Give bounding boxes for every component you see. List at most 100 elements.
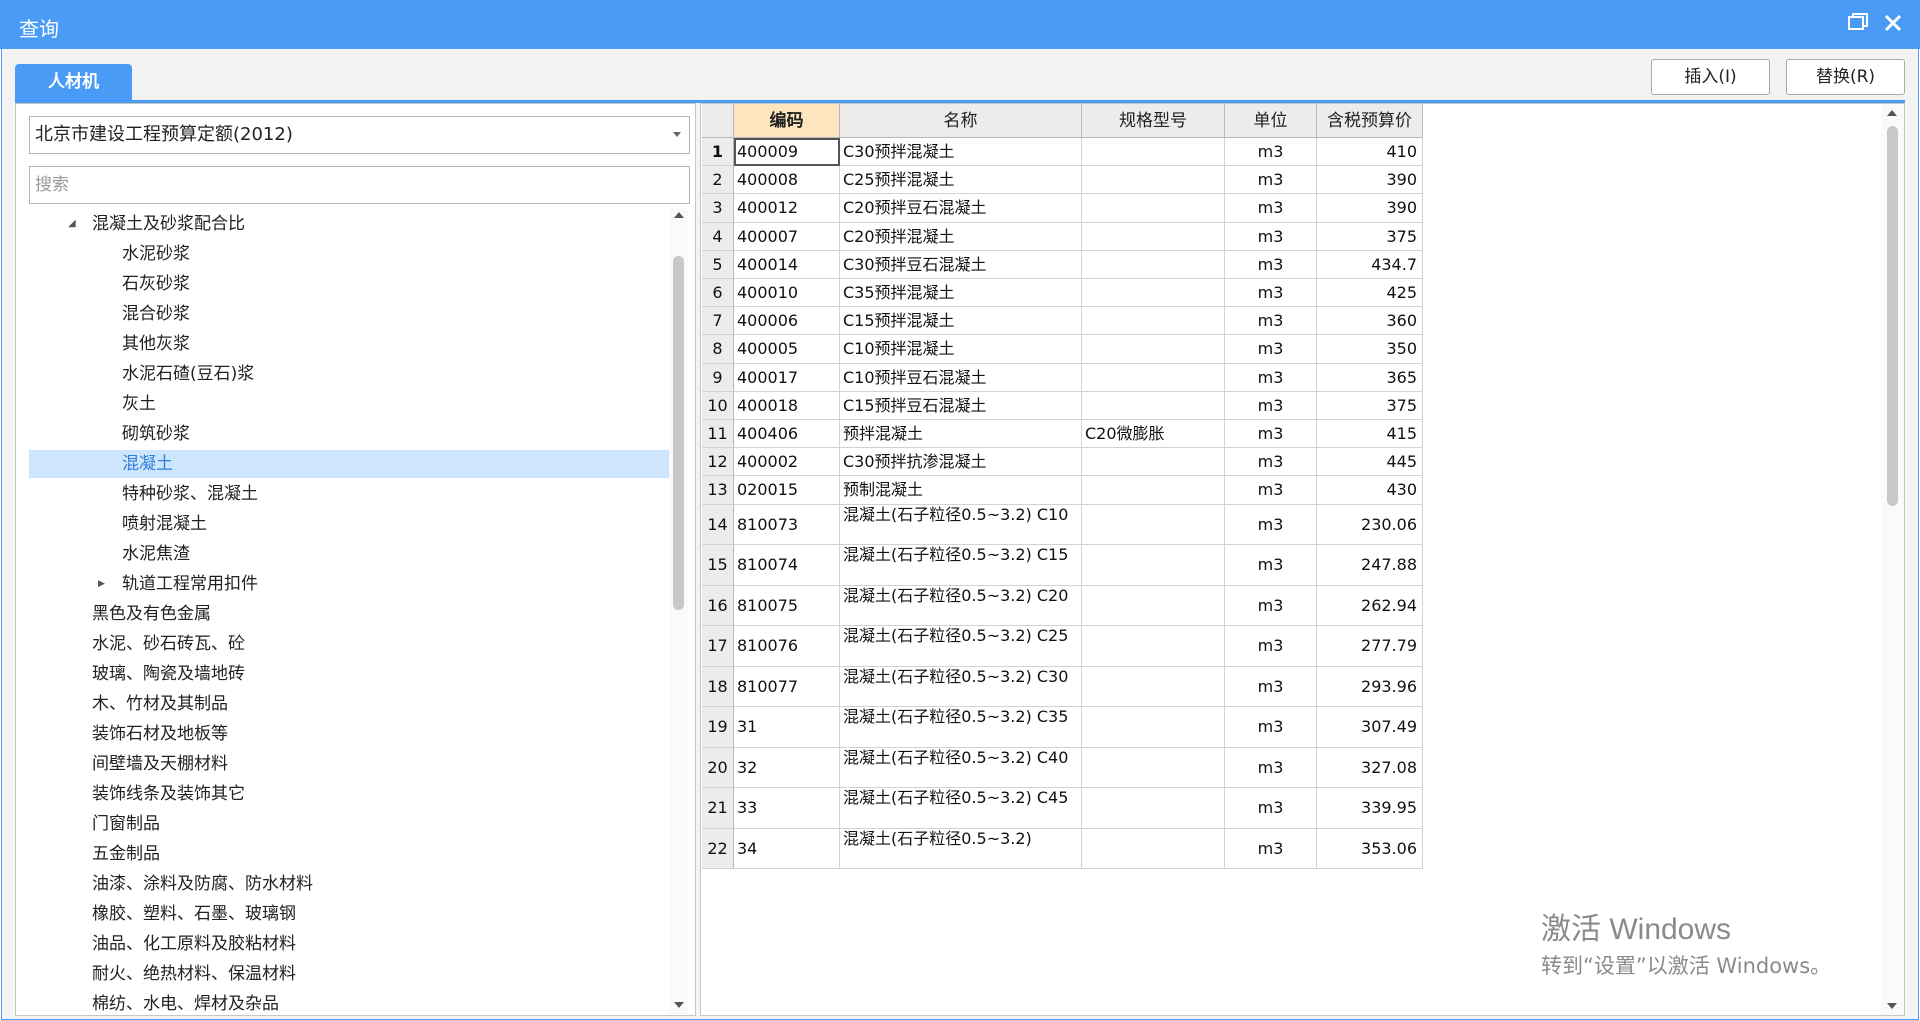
- cell-price[interactable]: 365: [1317, 363, 1423, 392]
- cell-unit[interactable]: m3: [1225, 666, 1317, 708]
- tree-item[interactable]: 水泥砂浆: [29, 240, 669, 268]
- cell-spec[interactable]: [1082, 747, 1225, 789]
- cell-unit[interactable]: m3: [1225, 828, 1317, 870]
- cell-price[interactable]: 353.06: [1317, 828, 1423, 870]
- tree-item[interactable]: 油品、化工原料及胶粘材料: [29, 930, 669, 958]
- tree-item[interactable]: 木、竹材及其制品: [29, 690, 669, 718]
- cell-code[interactable]: 400018: [734, 391, 840, 420]
- col-header-name[interactable]: 名称: [840, 104, 1082, 138]
- tree-item[interactable]: 橡胶、塑料、石墨、玻璃钢: [29, 900, 669, 928]
- cell-spec[interactable]: [1082, 828, 1225, 870]
- cell-spec[interactable]: [1082, 504, 1225, 546]
- cell-unit[interactable]: m3: [1225, 279, 1317, 308]
- cell-spec[interactable]: C20微膨胀: [1082, 420, 1225, 449]
- cell-spec[interactable]: [1082, 666, 1225, 708]
- tree-item[interactable]: 特种砂浆、混凝土: [29, 480, 669, 508]
- cell-unit[interactable]: m3: [1225, 585, 1317, 627]
- cell-spec[interactable]: [1082, 626, 1225, 667]
- cell-spec[interactable]: [1082, 138, 1225, 167]
- tree-item[interactable]: 五金制品: [29, 840, 669, 868]
- cell-code[interactable]: 400009: [734, 138, 840, 167]
- col-header-unit[interactable]: 单位: [1225, 104, 1317, 138]
- cell-price[interactable]: 434.7: [1317, 250, 1423, 279]
- cell-unit[interactable]: m3: [1225, 363, 1317, 392]
- cell-price[interactable]: 230.06: [1317, 504, 1423, 546]
- col-header-spec[interactable]: 规格型号: [1082, 104, 1225, 138]
- cell-unit[interactable]: m3: [1225, 250, 1317, 279]
- tree-item[interactable]: 石灰砂浆: [29, 270, 669, 298]
- cell-code[interactable]: 400002: [734, 448, 840, 477]
- cell-name[interactable]: C10预拌混凝土: [840, 335, 1082, 364]
- tree-item[interactable]: 耐火、绝热材料、保温材料: [29, 960, 669, 988]
- cell-price[interactable]: 350: [1317, 335, 1423, 364]
- table-scrollbar[interactable]: [1881, 104, 1904, 1015]
- cell-name[interactable]: C15预拌混凝土: [840, 307, 1082, 336]
- tree-item[interactable]: 间壁墙及天棚材料: [29, 750, 669, 778]
- dataset-select[interactable]: 北京市建设工程预算定额(2012): [29, 116, 690, 154]
- replace-button[interactable]: 替换(R): [1786, 59, 1905, 95]
- search-input[interactable]: [29, 166, 690, 204]
- tree-item[interactable]: 油漆、涂料及防腐、防水材料: [29, 870, 669, 898]
- tree-item[interactable]: 其他灰浆: [29, 330, 669, 358]
- cell-name[interactable]: C30预拌豆石混凝土: [840, 250, 1082, 279]
- cell-name[interactable]: C25预拌混凝土: [840, 166, 1082, 195]
- cell-spec[interactable]: [1082, 335, 1225, 364]
- cell-spec[interactable]: [1082, 476, 1225, 505]
- insert-button[interactable]: 插入(I): [1651, 59, 1770, 95]
- scroll-down-icon[interactable]: [1887, 1003, 1897, 1009]
- cell-price[interactable]: 375: [1317, 222, 1423, 251]
- cell-name[interactable]: C15预拌豆石混凝土: [840, 391, 1082, 420]
- restore-icon[interactable]: [1847, 12, 1869, 34]
- cell-name[interactable]: C20预拌豆石混凝土: [840, 194, 1082, 223]
- cell-name[interactable]: 混凝土(石子粒径0.5~3.2) C40: [840, 747, 1082, 789]
- tree-item[interactable]: 水泥石碴(豆石)浆: [29, 360, 669, 388]
- cell-code[interactable]: 400014: [734, 250, 840, 279]
- cell-code[interactable]: 020015: [734, 476, 840, 505]
- cell-name[interactable]: 混凝土(石子粒径0.5~3.2): [840, 828, 1082, 870]
- cell-spec[interactable]: [1082, 166, 1225, 195]
- cell-code[interactable]: 400005: [734, 335, 840, 364]
- cell-price[interactable]: 339.95: [1317, 788, 1423, 829]
- tree-item[interactable]: 装饰石材及地板等: [29, 720, 669, 748]
- tree-item[interactable]: 水泥焦渣: [29, 540, 669, 568]
- scroll-down-icon[interactable]: [674, 1002, 684, 1008]
- cell-name[interactable]: C30预拌抗渗混凝土: [840, 448, 1082, 477]
- collapsed-triangle-icon[interactable]: ▶: [98, 570, 105, 598]
- scroll-up-icon[interactable]: [1887, 110, 1897, 116]
- tree-item[interactable]: 棉纺、水电、焊材及杂品: [29, 990, 669, 1015]
- tree-item[interactable]: 水泥、砂石砖瓦、砼: [29, 630, 669, 658]
- cell-spec[interactable]: [1082, 707, 1225, 748]
- expanded-triangle-icon[interactable]: ◢: [68, 210, 76, 238]
- cell-name[interactable]: 预制混凝土: [840, 476, 1082, 505]
- tree-item[interactable]: 装饰线条及装饰其它: [29, 780, 669, 808]
- cell-spec[interactable]: [1082, 194, 1225, 223]
- cell-unit[interactable]: m3: [1225, 194, 1317, 223]
- cell-code[interactable]: 400017: [734, 363, 840, 392]
- tree-item[interactable]: 砌筑砂浆: [29, 420, 669, 448]
- cell-price[interactable]: 307.49: [1317, 707, 1423, 748]
- tree-item[interactable]: 黑色及有色金属: [29, 600, 669, 628]
- cell-price[interactable]: 327.08: [1317, 747, 1423, 789]
- close-icon[interactable]: [1882, 12, 1904, 34]
- cell-code[interactable]: 400010: [734, 279, 840, 308]
- tree-item[interactable]: 混凝土: [29, 450, 669, 478]
- cell-unit[interactable]: m3: [1225, 707, 1317, 748]
- col-header-price[interactable]: 含税预算价: [1317, 104, 1423, 138]
- scroll-up-icon[interactable]: [674, 212, 684, 218]
- tree-item[interactable]: 喷射混凝土: [29, 510, 669, 538]
- cell-unit[interactable]: m3: [1225, 626, 1317, 667]
- cell-unit[interactable]: m3: [1225, 335, 1317, 364]
- cell-code[interactable]: 31: [734, 707, 840, 748]
- cell-name[interactable]: C10预拌豆石混凝土: [840, 363, 1082, 392]
- cell-code[interactable]: 33: [734, 788, 840, 829]
- cell-price[interactable]: 415: [1317, 420, 1423, 449]
- table-scrollbar-thumb[interactable]: [1887, 126, 1898, 506]
- cell-code[interactable]: 810075: [734, 585, 840, 627]
- tree-item[interactable]: ▶ 轨道工程常用扣件: [29, 570, 669, 598]
- tree-item[interactable]: 混合砂浆: [29, 300, 669, 328]
- cell-name[interactable]: 混凝土(石子粒径0.5~3.2) C15: [840, 545, 1082, 586]
- cell-name[interactable]: C20预拌混凝土: [840, 222, 1082, 251]
- cell-name[interactable]: 混凝土(石子粒径0.5~3.2) C30: [840, 666, 1082, 708]
- tree-scrollbar[interactable]: [669, 206, 688, 1014]
- cell-price[interactable]: 375: [1317, 391, 1423, 420]
